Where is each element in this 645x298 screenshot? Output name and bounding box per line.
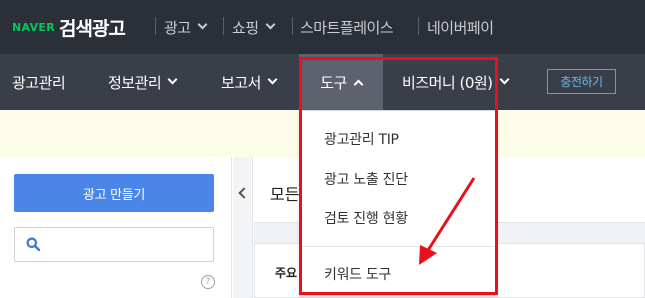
topnav-naverpay-label: 네이버페이	[427, 18, 494, 37]
topnav-naverpay[interactable]: 네이버페이	[427, 16, 494, 38]
topnav-shopping-label: 쇼핑	[232, 18, 259, 37]
chevron-down-icon	[267, 74, 278, 85]
topnav-ad-label: 광고	[164, 18, 191, 37]
help-icon[interactable]: ?	[201, 275, 215, 289]
top-bar: NAVER 검색광고 광고 쇼핑 스마트플레이스 네이버페이	[0, 0, 645, 54]
chevron-down-icon	[265, 19, 276, 30]
naver-logo: NAVER	[12, 20, 55, 34]
search-input[interactable]	[14, 227, 214, 262]
nav-ad-management[interactable]: 광고관리	[12, 54, 66, 110]
page-title: 모든	[270, 185, 300, 204]
nav-reports-label: 보고서	[221, 73, 261, 92]
create-ad-button[interactable]: 광고 만들기	[14, 174, 214, 212]
sidebar: 광고 만들기 ?	[0, 157, 232, 298]
topnav-ad[interactable]: 광고	[164, 16, 208, 38]
section-title: 주요	[275, 266, 298, 280]
divider	[418, 17, 419, 35]
charge-button[interactable]: 충전하기	[547, 69, 616, 94]
nav-reports[interactable]: 보고서	[221, 54, 278, 110]
topnav-smartplace[interactable]: 스마트플레이스	[300, 16, 394, 38]
nav-info-management[interactable]: 정보관리	[108, 54, 178, 110]
divider	[223, 17, 224, 35]
chevron-down-icon	[499, 74, 509, 85]
search-icon	[26, 237, 40, 251]
sidebar-collapse-button[interactable]	[233, 157, 253, 298]
topnav-smartplace-label: 스마트플레이스	[300, 18, 394, 37]
brand-logo[interactable]: NAVER 검색광고	[12, 13, 126, 41]
nav-ad-management-label: 광고관리	[12, 73, 66, 92]
annotation-highlight-box	[299, 57, 498, 295]
nav-info-management-label: 정보관리	[108, 73, 162, 92]
chevron-left-icon	[238, 187, 250, 199]
chevron-down-icon	[167, 74, 178, 85]
topnav-shopping[interactable]: 쇼핑	[232, 16, 276, 38]
brand-title: 검색광고	[58, 17, 126, 40]
divider	[292, 17, 293, 35]
divider	[155, 17, 156, 35]
chevron-down-icon	[197, 19, 208, 30]
